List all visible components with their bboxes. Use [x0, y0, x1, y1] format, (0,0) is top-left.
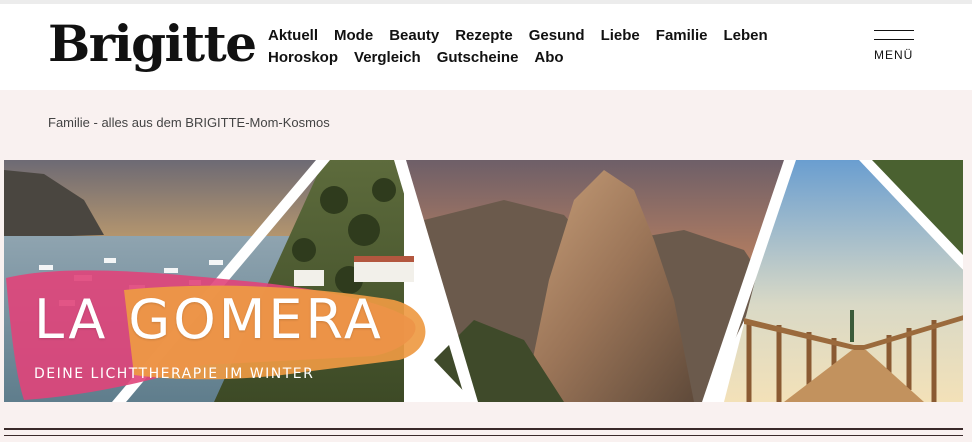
hero-title: LA GOMERA	[34, 288, 384, 351]
hero-subtitle: DEINE LICHTTHERAPIE IM WINTER	[34, 366, 315, 382]
nav-item-liebe[interactable]: Liebe	[601, 27, 640, 44]
nav-item-gutscheine[interactable]: Gutscheine	[437, 49, 519, 66]
nav-item-mode[interactable]: Mode	[334, 27, 373, 44]
section-divider	[4, 428, 963, 430]
brigitte-logo[interactable]: Brigitte	[48, 14, 257, 74]
hero-banner[interactable]: LA GOMERA DEINE LICHTTHERAPIE IM WINTER	[4, 160, 963, 402]
nav-item-aktuell[interactable]: Aktuell	[268, 27, 318, 44]
hamburger-icon	[874, 30, 914, 31]
nav-item-gesund[interactable]: Gesund	[529, 27, 585, 44]
section-divider-thin	[4, 435, 963, 436]
main-content: Familie - alles aus dem BRIGITTE-Mom-Kos…	[0, 90, 972, 442]
nav-item-vergleich[interactable]: Vergleich	[354, 49, 421, 66]
nav-item-abo[interactable]: Abo	[534, 49, 563, 66]
nav-row-1: Aktuell Mode Beauty Rezepte Gesund Liebe…	[268, 24, 808, 46]
main-navigation: Aktuell Mode Beauty Rezepte Gesund Liebe…	[268, 24, 808, 68]
nav-item-beauty[interactable]: Beauty	[389, 27, 439, 44]
menu-button[interactable]: MENÜ	[872, 30, 916, 66]
breadcrumb[interactable]: Familie - alles aus dem BRIGITTE-Mom-Kos…	[48, 115, 330, 130]
hamburger-icon-line	[874, 39, 914, 40]
nav-item-rezepte[interactable]: Rezepte	[455, 27, 513, 44]
site-header: Brigitte Aktuell Mode Beauty Rezepte Ges…	[0, 4, 972, 90]
nav-item-leben[interactable]: Leben	[723, 27, 767, 44]
nav-item-horoskop[interactable]: Horoskop	[268, 49, 338, 66]
nav-row-2: Horoskop Vergleich Gutscheine Abo	[268, 46, 808, 68]
menu-label: MENÜ	[874, 48, 914, 62]
nav-item-familie[interactable]: Familie	[656, 27, 708, 44]
